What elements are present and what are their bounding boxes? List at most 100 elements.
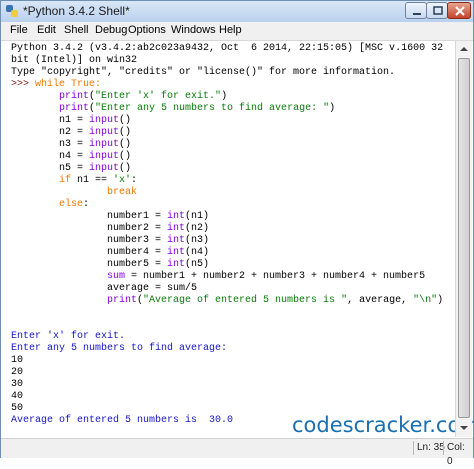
menu-edit[interactable]: Edit bbox=[37, 24, 56, 36]
assign-number1: number1 = bbox=[107, 211, 168, 222]
assign-n3: n3 = bbox=[59, 139, 90, 150]
minimize-button[interactable] bbox=[405, 2, 427, 19]
keyword-if: if bbox=[59, 175, 72, 186]
builtin-sum: sum bbox=[107, 271, 126, 282]
code-line-n4: n4 = input() bbox=[59, 151, 132, 162]
builtin-input: input bbox=[89, 151, 120, 162]
output-line: Average of entered 5 numbers is 30.0 bbox=[11, 415, 234, 426]
code-line-sum: sum = number1 + number2 + number3 + numb… bbox=[107, 271, 425, 283]
codescracker-watermark: codescracker.com bbox=[292, 413, 474, 437]
if-condition: n1 == bbox=[71, 175, 114, 186]
shell-prompt: >>> bbox=[11, 79, 36, 90]
input-line: 40 bbox=[11, 391, 24, 402]
input-line: 50 bbox=[11, 403, 24, 414]
string-literal: 'x' bbox=[113, 175, 132, 186]
code-line-break: break bbox=[107, 187, 137, 199]
builtin-input: input bbox=[89, 115, 120, 126]
int-arg: (n2) bbox=[185, 223, 210, 234]
builtin-int: int bbox=[167, 223, 186, 234]
code-line-n3: n3 = input() bbox=[59, 139, 132, 150]
input-line: 10 bbox=[11, 355, 24, 366]
code-line-while: >>> while True: bbox=[11, 79, 101, 91]
builtin-input: input bbox=[89, 127, 120, 138]
assign-average: average = bbox=[107, 283, 168, 294]
status-bar: Ln: 35 Col: 0 bbox=[1, 438, 473, 467]
sum-name: sum bbox=[167, 283, 186, 294]
banner-line-2: bit (Intel)] on win32 bbox=[11, 55, 138, 66]
vertical-scrollbar[interactable] bbox=[455, 41, 472, 437]
int-arg: (n3) bbox=[185, 235, 210, 246]
string-literal: "Enter any 5 numbers to find average: " bbox=[95, 103, 330, 114]
input-line: 30 bbox=[11, 379, 24, 390]
close-button[interactable] bbox=[447, 2, 471, 19]
builtin-print: print bbox=[107, 295, 138, 306]
menu-file[interactable]: File bbox=[10, 24, 28, 36]
code-line-print-1: print("Enter 'x' for exit.") bbox=[59, 91, 228, 102]
code-line-number1: number1 = int(n1) bbox=[107, 211, 209, 223]
menu-bar: File Edit Shell Debug Options Windows He… bbox=[1, 22, 473, 41]
code-line-average: average = sum/5 bbox=[107, 283, 197, 295]
column-number: Col: 0 bbox=[443, 441, 473, 467]
code-line-n2: n2 = input() bbox=[59, 127, 132, 138]
assign-number5: number5 = bbox=[107, 259, 168, 270]
divide-by-five: /5 bbox=[185, 283, 198, 294]
window-title: *Python 3.4.2 Shell* bbox=[23, 4, 130, 18]
assign-number3: number3 = bbox=[107, 235, 168, 246]
builtin-print: print bbox=[59, 103, 90, 114]
builtin-int: int bbox=[167, 235, 186, 246]
string-literal: "Average of entered 5 numbers is " bbox=[143, 295, 348, 306]
assign-number2: number2 = bbox=[107, 223, 168, 234]
code-line-print-2: print("Enter any 5 numbers to find avera… bbox=[59, 103, 336, 114]
code-line-else: else: bbox=[59, 199, 90, 210]
scroll-down-icon[interactable] bbox=[457, 421, 471, 435]
assign-n2: n2 = bbox=[59, 127, 90, 138]
menu-windows[interactable]: Windows bbox=[171, 24, 216, 36]
maximize-icon bbox=[433, 6, 443, 15]
builtin-int: int bbox=[167, 259, 186, 270]
assign-number4: number4 = bbox=[107, 247, 168, 258]
builtin-input: input bbox=[89, 163, 120, 174]
output-line: Enter 'x' for exit. bbox=[11, 331, 126, 342]
line-number: Ln: 35 bbox=[413, 441, 445, 455]
while-condition: True: bbox=[65, 79, 102, 90]
keyword-break: break bbox=[107, 187, 138, 198]
sum-expression: = number1 + number2 + number3 + number4 … bbox=[125, 271, 426, 282]
scrollbar-thumb[interactable] bbox=[458, 58, 470, 418]
string-literal: "\n" bbox=[413, 295, 438, 306]
code-line-n1: n1 = input() bbox=[59, 115, 132, 126]
shell-text-area[interactable]: Python 3.4.2 (v3.4.2:ab2c023a9432, Oct 6… bbox=[3, 41, 453, 437]
builtin-int: int bbox=[167, 211, 186, 222]
code-line-n5: n5 = input() bbox=[59, 163, 132, 174]
maximize-button[interactable] bbox=[426, 2, 448, 19]
menu-shell[interactable]: Shell bbox=[64, 24, 88, 36]
code-line-number2: number2 = int(n2) bbox=[107, 223, 209, 235]
scroll-up-icon[interactable] bbox=[457, 42, 471, 56]
assign-n5: n5 = bbox=[59, 163, 90, 174]
string-literal: "Enter 'x' for exit." bbox=[95, 91, 222, 102]
code-line-number3: number3 = int(n3) bbox=[107, 235, 209, 247]
python-shell-window: *Python 3.4.2 Shell* File Edit Shell Deb… bbox=[0, 0, 474, 467]
builtin-print: print bbox=[59, 91, 90, 102]
banner-line-1: Python 3.4.2 (v3.4.2:ab2c023a9432, Oct 6… bbox=[11, 43, 444, 54]
banner-line-3: Type "copyright", "credits" or "license(… bbox=[11, 67, 396, 78]
code-line-print-average: print("Average of entered 5 numbers is "… bbox=[107, 295, 444, 306]
title-bar[interactable]: *Python 3.4.2 Shell* bbox=[1, 1, 473, 23]
keyword-while: while bbox=[35, 79, 66, 90]
close-icon bbox=[455, 6, 465, 16]
minimize-icon bbox=[413, 13, 421, 15]
assign-n4: n4 = bbox=[59, 151, 90, 162]
print-args: , average, bbox=[347, 295, 414, 306]
menu-options[interactable]: Options bbox=[128, 24, 166, 36]
code-line-number5: number5 = int(n5) bbox=[107, 259, 209, 271]
menu-debug[interactable]: Debug bbox=[95, 24, 127, 36]
int-arg: (n1) bbox=[185, 211, 210, 222]
output-line: Enter any 5 numbers to find average: bbox=[11, 343, 228, 354]
int-arg: (n5) bbox=[185, 259, 210, 270]
menu-help[interactable]: Help bbox=[219, 24, 242, 36]
assign-n1: n1 = bbox=[59, 115, 90, 126]
keyword-else: else bbox=[59, 199, 84, 210]
builtin-input: input bbox=[89, 139, 120, 150]
code-line-number4: number4 = int(n4) bbox=[107, 247, 209, 259]
input-line: 20 bbox=[11, 367, 24, 378]
int-arg: (n4) bbox=[185, 247, 210, 258]
